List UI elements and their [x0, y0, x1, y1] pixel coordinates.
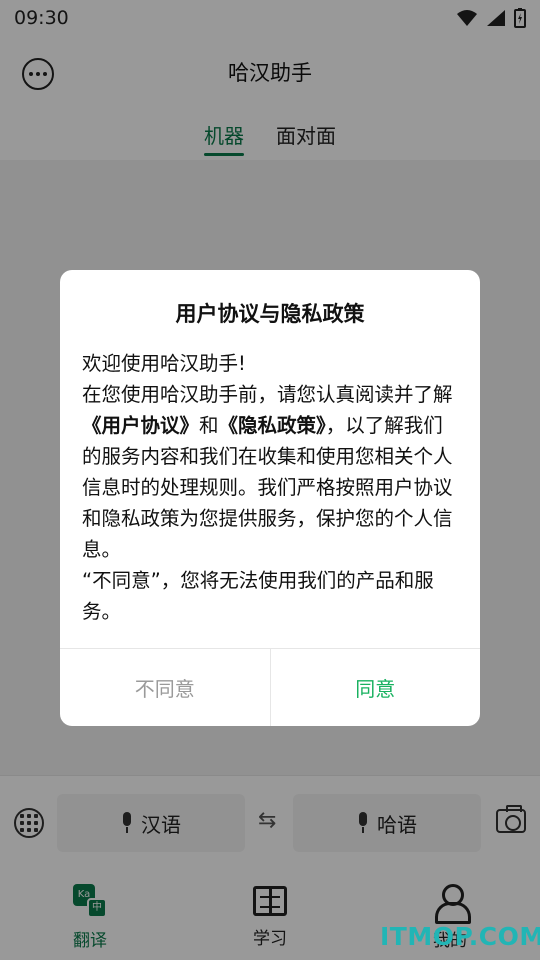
agree-button[interactable]: 同意 — [271, 649, 481, 726]
dialog-title: 用户协议与隐私政策 — [175, 302, 365, 326]
disagree-button[interactable]: 不同意 — [60, 649, 271, 726]
dialog-actions: 不同意 同意 — [60, 648, 480, 726]
dialog-paragraph-1: 在您使用哈汉助手前，请您认真阅读并了解《用户协议》和《隐私政策》，以了解我们的服… — [82, 383, 453, 561]
dialog-body: 欢迎使用哈汉助手! 在您使用哈汉助手前，请您认真阅读并了解《用户协议》和《隐私政… — [60, 328, 480, 627]
privacy-policy-link[interactable]: 《隐私政策》 — [219, 414, 326, 437]
user-agreement-link[interactable]: 《用户协议》 — [82, 414, 199, 437]
dialog-paragraph-2: “不同意”，您将无法使用我们的产品和服务。 — [82, 569, 434, 623]
privacy-dialog: 用户协议与隐私政策 欢迎使用哈汉助手! 在您使用哈汉助手前，请您认真阅读并了解《… — [60, 270, 480, 726]
watermark: ITMOP.COM — [380, 922, 540, 951]
dialog-greeting: 欢迎使用哈汉助手! — [82, 352, 246, 375]
